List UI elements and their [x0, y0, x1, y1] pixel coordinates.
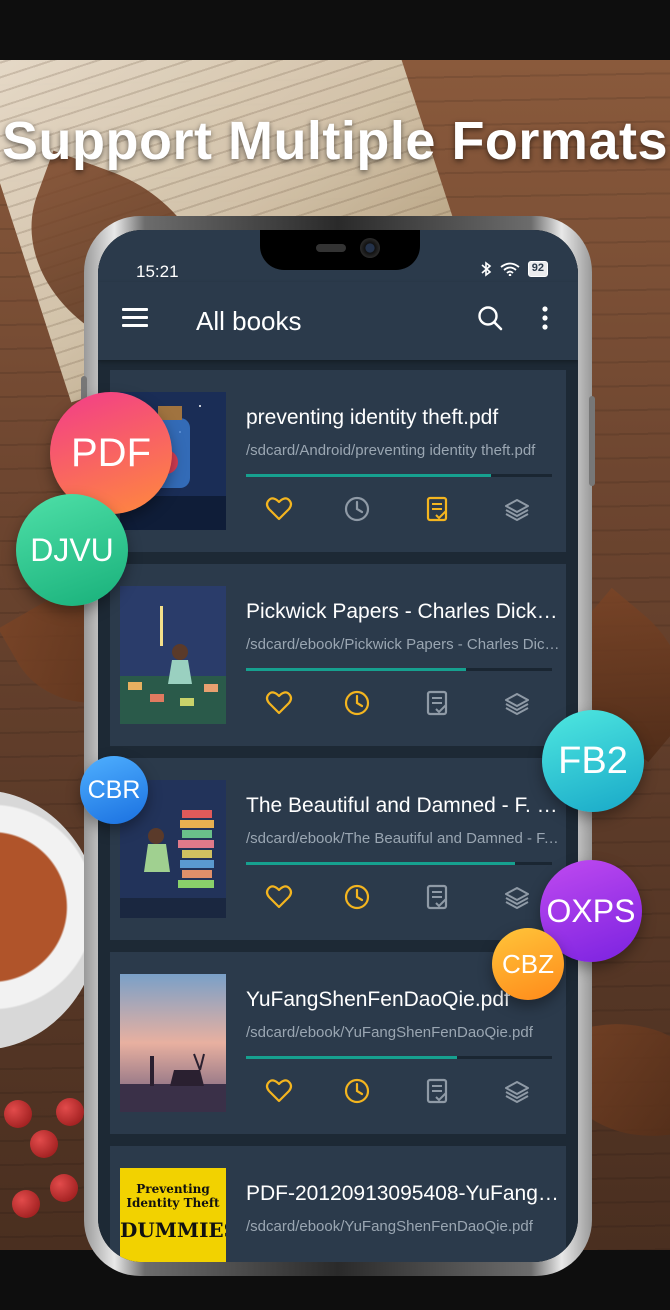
- app-screen: 15:21 92 All books preventing identity t…: [98, 230, 578, 1262]
- reading-progress: [246, 668, 552, 671]
- front-camera: [360, 238, 380, 258]
- book-actions: [246, 494, 552, 528]
- notch: [260, 230, 420, 270]
- reading-progress: [246, 862, 552, 865]
- recent-clock-icon[interactable]: [342, 1076, 372, 1106]
- book-path: /sdcard/ebook/YuFangShenFenDaoQie.pdf: [246, 1218, 533, 1235]
- reading-progress: [246, 1056, 552, 1059]
- book-actions: [246, 1076, 552, 1110]
- book-actions: [246, 688, 552, 722]
- book-card[interactable]: preventing identity theft.pdf /sdcard/An…: [110, 370, 566, 552]
- reading-progress: [246, 474, 552, 477]
- hamburger-menu-icon[interactable]: [122, 308, 148, 328]
- cover-text-line: Preventing: [136, 1182, 210, 1196]
- cover-text-line: Identity Theft: [126, 1196, 220, 1210]
- format-badge-fb2: FB2: [542, 710, 644, 812]
- notes-icon[interactable]: [422, 688, 452, 718]
- page-title: All books: [196, 306, 302, 336]
- book-card[interactable]: Preventing Identity Theft DUMMIES PDF-20…: [110, 1146, 566, 1262]
- book-cover: [120, 586, 226, 724]
- favorite-icon[interactable]: [264, 494, 294, 524]
- layers-icon[interactable]: [502, 688, 532, 718]
- format-badge-djvu: DJVU: [16, 494, 128, 606]
- wifi-icon: [500, 262, 520, 276]
- book-title: PDF-20120913095408-YuFangShenFenDaoQie.p…: [246, 1182, 562, 1205]
- cover-text-line: DUMMIES: [120, 1218, 226, 1242]
- earpiece: [316, 244, 346, 252]
- layers-icon[interactable]: [502, 1076, 532, 1106]
- recent-clock-icon[interactable]: [342, 494, 372, 524]
- battery-indicator: 92: [527, 261, 548, 277]
- status-icons: 92: [480, 261, 548, 277]
- book-path: /sdcard/ebook/Pickwick Papers - Charles …: [246, 636, 562, 653]
- book-title: The Beautiful and Damned - F. Scott Fitz…: [246, 794, 562, 817]
- favorite-icon[interactable]: [264, 688, 294, 718]
- notes-icon[interactable]: [422, 882, 452, 912]
- status-bar: 15:21 92: [98, 230, 578, 282]
- phone-frame: 15:21 92 All books preventing identity t…: [81, 216, 595, 1276]
- favorite-icon[interactable]: [264, 1076, 294, 1106]
- book-actions: [246, 882, 552, 916]
- book-card[interactable]: Pickwick Papers - Charles Dickens /sdcar…: [110, 564, 566, 746]
- book-title: Pickwick Papers - Charles Dickens: [246, 600, 562, 623]
- recent-clock-icon[interactable]: [342, 688, 372, 718]
- book-title: preventing identity theft.pdf: [246, 406, 499, 429]
- format-badge-cbr: CBR: [80, 756, 148, 824]
- app-bar: All books: [98, 282, 578, 360]
- book-cover: [120, 974, 226, 1112]
- book-path: /sdcard/Android/preventing identity thef…: [246, 442, 536, 459]
- status-time: 15:21: [136, 262, 179, 281]
- book-path: /sdcard/ebook/YuFangShenFenDaoQie.pdf: [246, 1024, 533, 1041]
- phone-bezel: 15:21 92 All books preventing identity t…: [98, 230, 578, 1262]
- top-letterbox: [0, 0, 670, 60]
- layers-icon[interactable]: [502, 882, 532, 912]
- book-cover: Preventing Identity Theft DUMMIES: [120, 1168, 226, 1262]
- recent-clock-icon[interactable]: [342, 882, 372, 912]
- favorite-icon[interactable]: [264, 882, 294, 912]
- bluetooth-icon: [481, 261, 492, 277]
- book-path: /sdcard/ebook/The Beautiful and Damned -…: [246, 830, 562, 847]
- notes-icon[interactable]: [422, 1076, 452, 1106]
- search-icon[interactable]: [476, 304, 504, 332]
- notes-icon[interactable]: [422, 494, 452, 524]
- layers-icon[interactable]: [502, 494, 532, 524]
- format-badge-cbz: CBZ: [492, 928, 564, 1000]
- book-card[interactable]: The Beautiful and Damned - F. Scott Fitz…: [110, 758, 566, 940]
- promo-headline: Support Multiple Formats: [2, 111, 668, 171]
- berries-decoration: [0, 1090, 90, 1250]
- more-vertical-icon[interactable]: [540, 304, 550, 332]
